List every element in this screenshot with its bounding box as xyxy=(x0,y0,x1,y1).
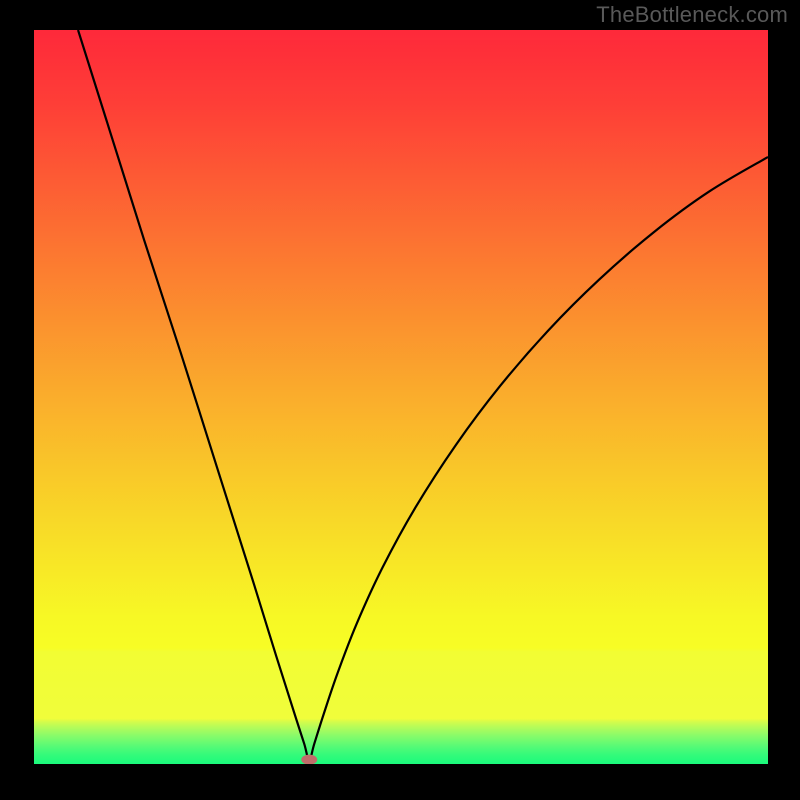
chart-plot-area xyxy=(34,30,768,764)
gradient-background xyxy=(34,30,768,764)
chart-svg xyxy=(34,30,768,764)
figure-container: TheBottleneck.com xyxy=(0,0,800,800)
watermark-text: TheBottleneck.com xyxy=(596,2,788,28)
